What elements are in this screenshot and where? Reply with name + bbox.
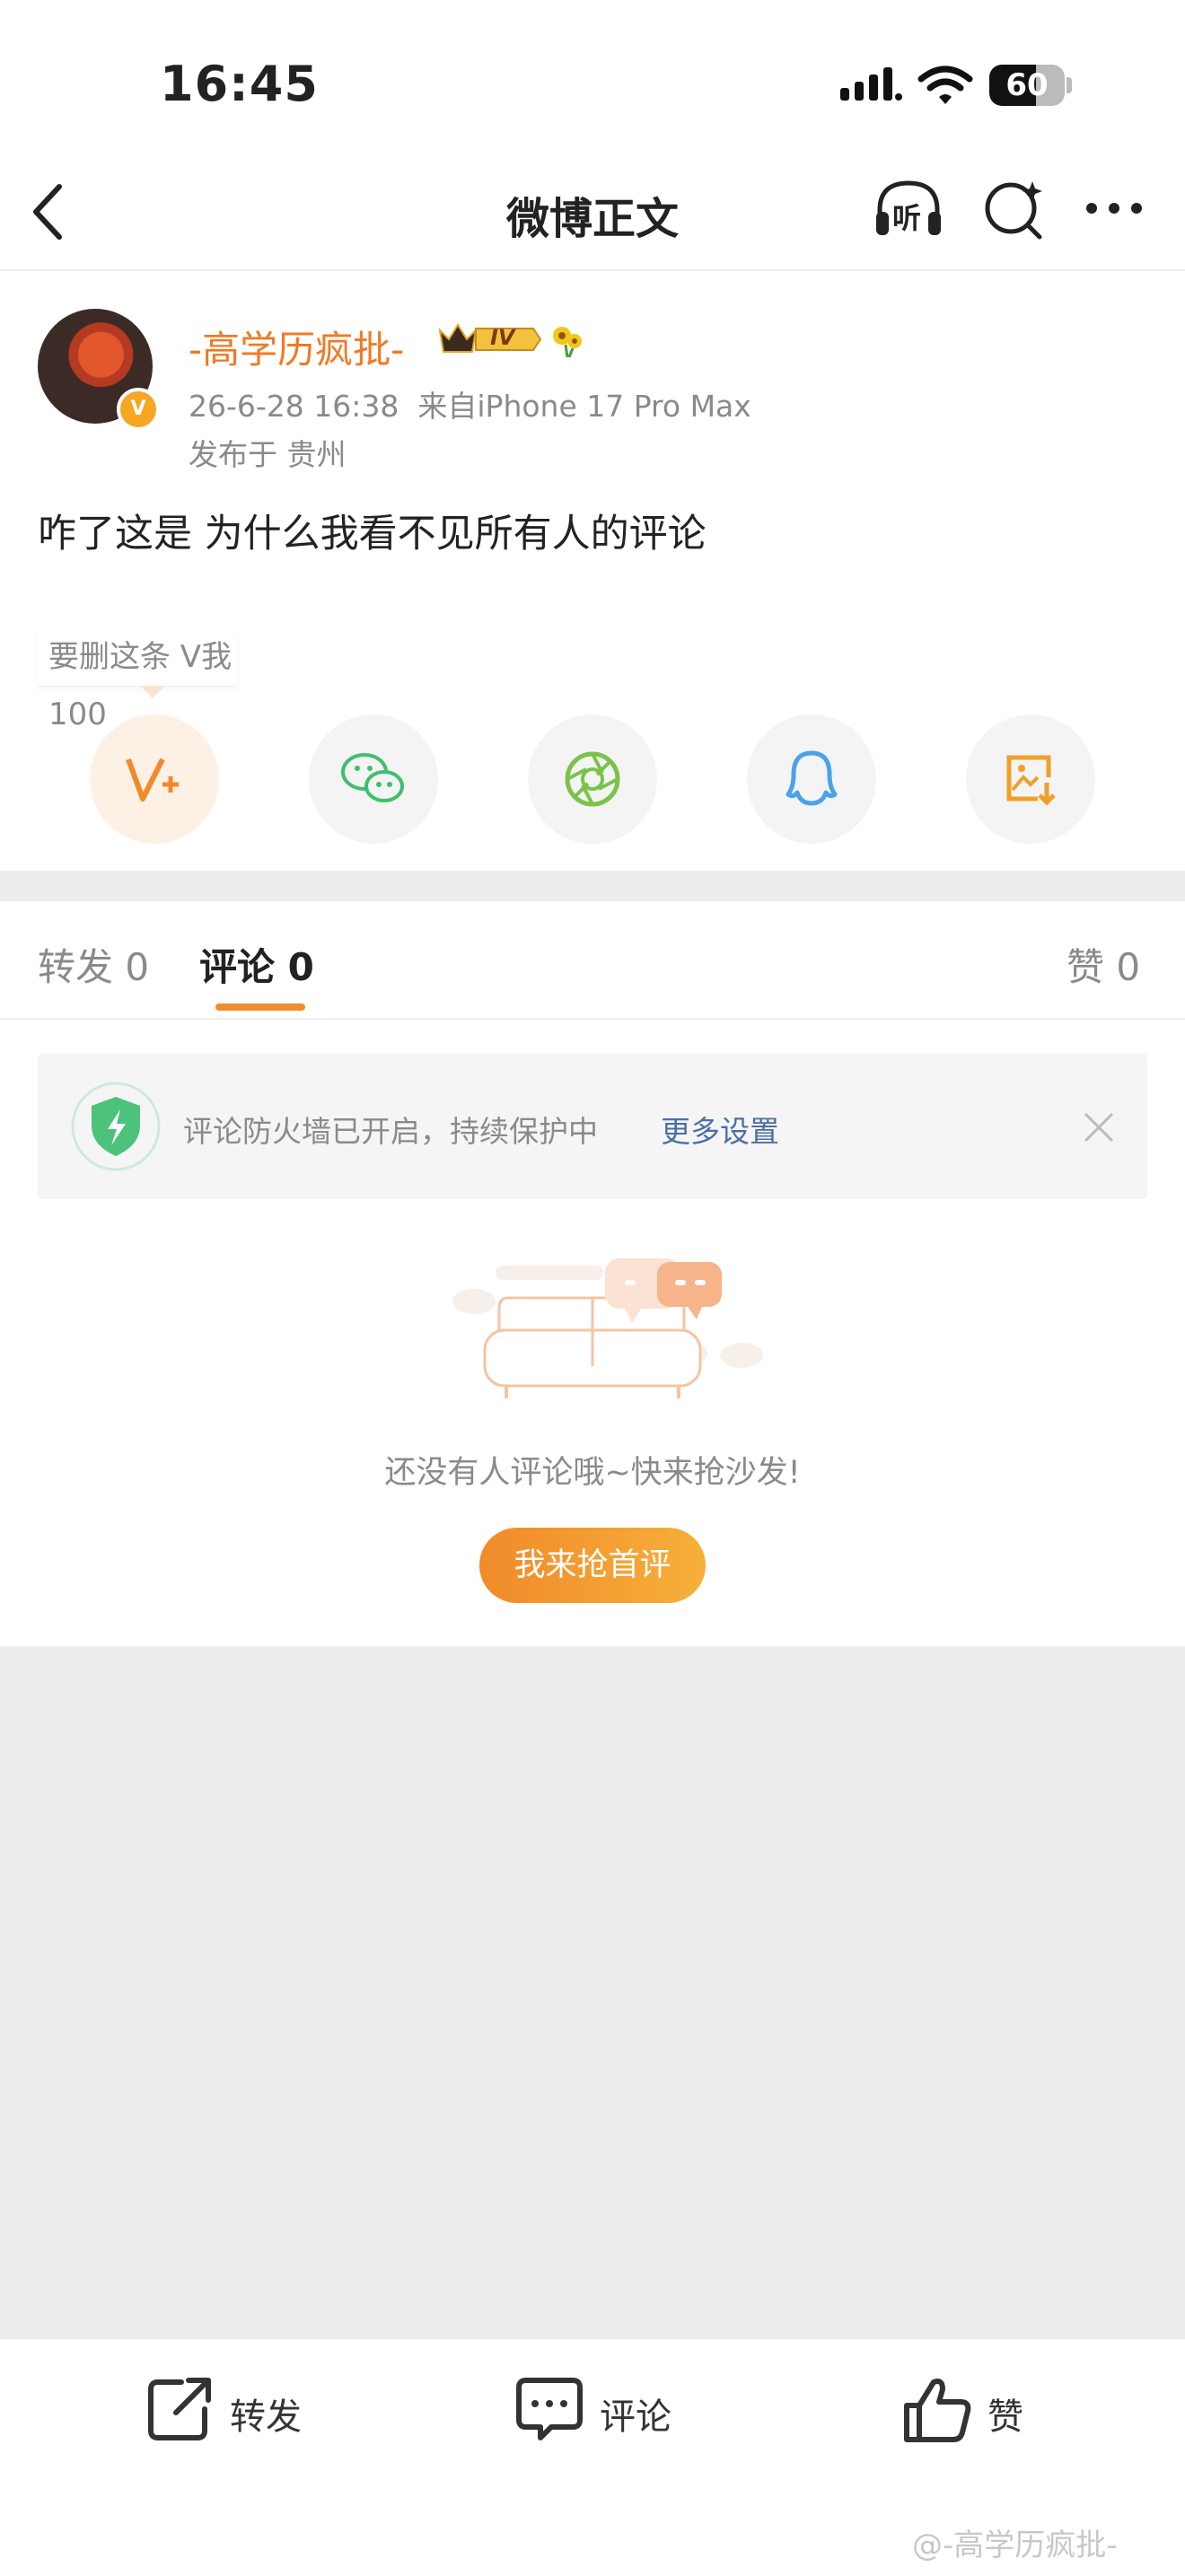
nav-divider [0, 269, 1185, 271]
first-comment-button[interactable]: 我来抢首评 [479, 1528, 706, 1603]
empty-comments-text: 还没有人评论哦~快来抢沙发! [384, 1455, 801, 1491]
back-icon[interactable] [27, 180, 66, 244]
qq-icon [786, 750, 838, 806]
signal-icon [840, 67, 902, 101]
share-moments-button[interactable] [528, 714, 657, 844]
more-icon[interactable] [1084, 199, 1144, 217]
share-qq-button[interactable] [747, 714, 876, 844]
close-icon[interactable] [1081, 1109, 1117, 1145]
verified-icon: V [117, 388, 160, 431]
battery-icon: 60 [989, 65, 1072, 106]
username[interactable]: -高学历疯批- [189, 320, 404, 374]
like-icon[interactable] [901, 2373, 973, 2445]
tab-comment-label: 评论 [199, 945, 276, 989]
tab-repost[interactable]: 转发 0 [38, 937, 149, 992]
share-tip: 要删这条 V我100 [38, 628, 237, 732]
search-icon[interactable] [982, 178, 1047, 242]
wifi-icon [917, 66, 973, 104]
listen-label: 听 [892, 201, 922, 235]
battery-level: 60 [1005, 67, 1049, 103]
repost-icon[interactable] [145, 2373, 215, 2443]
repost-button[interactable]: 转发 [230, 2388, 302, 2440]
tab-comment-count: 0 [287, 945, 314, 989]
share-wechat-button[interactable] [309, 714, 438, 844]
comment-button[interactable]: 评论 [600, 2388, 672, 2440]
share-tip-arrow [140, 686, 165, 698]
post-content: 咋了这是 为什么我看不见所有人的评论 [38, 512, 707, 556]
shield-icon [71, 1082, 161, 1171]
post-meta: 26-6-28 16:38 来自iPhone 17 Pro Max [189, 382, 751, 425]
share-v-plus-button[interactable] [90, 714, 219, 844]
more-settings-link[interactable]: 更多设置 [661, 1108, 779, 1151]
status-time: 16:45 [160, 56, 319, 112]
sunflower-icon [553, 327, 582, 358]
tab-comment[interactable]: 评论 0 [199, 937, 314, 992]
like-button[interactable]: 赞 [988, 2388, 1023, 2440]
listen-button[interactable]: 听 [873, 176, 944, 241]
crown-icon [438, 323, 542, 353]
tabs-divider [0, 1018, 1185, 1020]
watermark: @-高学历疯批- [912, 2528, 1118, 2563]
wechat-icon [341, 753, 404, 802]
moments-icon [565, 751, 620, 807]
firewall-text: 评论防火墙已开启，持续保护中 [183, 1114, 598, 1149]
share-save-image-button[interactable] [966, 714, 1095, 844]
post-timestamp: 26-6-28 16:38 [189, 389, 399, 424]
vip-level-badge[interactable]: IV [436, 320, 542, 359]
empty-sofa-icon [452, 1258, 763, 1398]
post-location: 发布于 贵州 [189, 437, 347, 472]
v-plus-icon [126, 758, 179, 802]
level-text: IV [490, 325, 515, 350]
active-tab-indicator [215, 1003, 305, 1011]
comment-icon[interactable] [514, 2373, 585, 2445]
save-image-icon [1006, 755, 1056, 806]
page-title: 微博正文 [505, 194, 679, 244]
tab-like[interactable]: 赞 0 [1066, 937, 1140, 992]
post-source: 来自iPhone 17 Pro Max [417, 389, 751, 424]
